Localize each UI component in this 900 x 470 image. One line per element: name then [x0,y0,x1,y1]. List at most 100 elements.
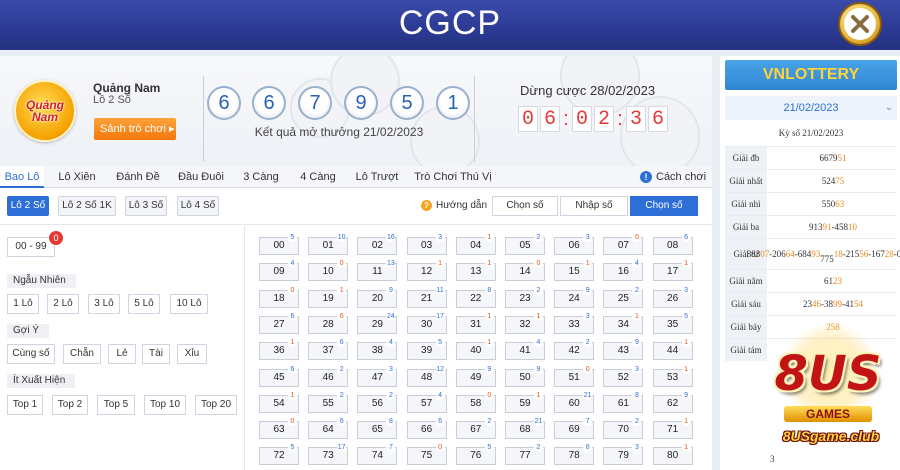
mode-chon-so[interactable]: Chọn số [492,196,558,216]
number-cell[interactable]: 34 1 [603,311,644,334]
rare-top-1-button[interactable]: Top 1 [7,395,43,415]
number-cell[interactable]: 44 1 [652,338,693,361]
number-cell[interactable]: 78 8 [554,443,595,466]
random-10-lo-button[interactable]: 10 Lô [170,294,208,314]
number-cell[interactable]: 30 17 [406,311,447,334]
number-cell[interactable]: 21 11 [406,285,447,308]
number-cell[interactable]: 75 0 [406,443,447,466]
number-cell[interactable]: 52 3 [603,364,644,387]
number-cell[interactable]: 48 12 [406,364,447,387]
number-cell[interactable]: 41 4 [505,338,545,361]
number-cell[interactable]: 45 6 [259,364,299,387]
number-cell[interactable]: 54 1 [259,390,299,413]
number-cell[interactable]: 40 1 [455,338,496,361]
number-cell[interactable]: 61 8 [603,390,644,413]
number-cell[interactable]: 71 1 [652,417,693,440]
random-1-lo-button[interactable]: 1 Lô [7,294,39,314]
suggest-chan-button[interactable]: Chẵn [63,344,101,364]
tab-bao-lo[interactable]: Bao Lô [0,166,44,188]
number-cell[interactable]: 14 0 [505,259,545,282]
number-cell[interactable]: 20 9 [357,285,398,308]
number-cell[interactable]: 56 2 [357,390,398,413]
number-cell[interactable]: 37 6 [308,338,349,361]
number-cell[interactable]: 36 1 [259,338,299,361]
number-cell[interactable]: 66 6 [406,417,447,440]
number-cell[interactable]: 67 2 [455,417,496,440]
number-cell[interactable]: 18 0 [259,285,299,308]
number-cell[interactable]: 25 2 [603,285,644,308]
rare-top-20-button[interactable]: Top 20 [195,395,237,415]
number-cell[interactable]: 50 9 [505,364,545,387]
number-cell[interactable]: 57 4 [406,390,447,413]
subtab-lo-2-so-1k[interactable]: Lô 2 Số 1K [58,196,116,216]
number-cell[interactable]: 51 0 [554,364,595,387]
number-cell[interactable]: 19 1 [308,285,349,308]
tab-danh-de[interactable]: Đánh Đề [110,166,166,188]
tab-lo-xien[interactable]: Lô Xiên [50,166,104,188]
number-cell[interactable]: 72 5 [259,443,299,466]
number-cell[interactable]: 12 1 [406,259,447,282]
number-cell[interactable]: 43 9 [603,338,644,361]
number-cell[interactable]: 31 1 [455,311,496,334]
number-cell[interactable]: 02 16 [357,233,398,255]
range-button[interactable]: 00 - 99 [7,237,55,257]
rare-top-5-button[interactable]: Top 5 [97,395,135,415]
number-cell[interactable]: 08 6 [652,233,693,255]
number-cell[interactable]: 46 2 [308,364,349,387]
number-cell[interactable]: 09 4 [259,259,299,282]
number-cell[interactable]: 24 9 [554,285,595,308]
mode-nhap-so[interactable]: Nhập số [560,196,628,216]
tab-tro-choi-thu-vi[interactable]: Trò Chơi Thú Vị [410,166,496,188]
tab-3-cang[interactable]: 3 Càng [236,166,286,188]
random-3-lo-button[interactable]: 3 Lô [88,294,120,314]
random-2-lo-button[interactable]: 2 Lô [47,294,79,314]
number-cell[interactable]: 60 21 [554,390,595,413]
number-cell[interactable]: 04 1 [455,233,496,255]
suggest-cung-so-button[interactable]: Cùng số [7,344,55,364]
number-cell[interactable]: 62 9 [652,390,693,413]
number-cell[interactable]: 01 10 [308,233,349,255]
number-cell[interactable]: 22 8 [455,285,496,308]
tab-lo-truot[interactable]: Lô Trượt [350,166,404,188]
number-cell[interactable]: 47 3 [357,364,398,387]
number-cell[interactable]: 76 5 [455,443,496,466]
number-cell[interactable]: 42 2 [554,338,595,361]
number-cell[interactable]: 11 13 [357,259,398,282]
number-cell[interactable]: 32 1 [505,311,545,334]
suggest-tai-button[interactable]: Tài [142,344,170,364]
subtab-lo-3-so[interactable]: Lô 3 Số [125,196,167,216]
number-cell[interactable]: 65 8 [357,417,398,440]
suggest-le-button[interactable]: Lẻ [108,344,136,364]
tab-4-cang[interactable]: 4 Càng [292,166,344,188]
number-cell[interactable]: 38 4 [357,338,398,361]
number-cell[interactable]: 28 6 [308,311,349,334]
number-cell[interactable]: 23 2 [505,285,545,308]
number-cell[interactable]: 26 3 [652,285,693,308]
number-cell[interactable]: 74 7 [357,443,398,466]
subtab-lo-2-so[interactable]: Lô 2 Số [7,196,49,216]
mode-chon-so-nhanh[interactable]: Chọn số nhanh [630,196,698,229]
number-cell[interactable]: 53 1 [652,364,693,387]
number-cell[interactable]: 07 0 [603,233,644,255]
number-cell[interactable]: 17 1 [652,259,693,282]
subtab-lo-4-so[interactable]: Lô 4 Số [177,196,219,216]
number-cell[interactable]: 73 17 [308,443,349,466]
tab-dau-duoi[interactable]: Đầu Đuôi [172,166,230,188]
number-cell[interactable]: 35 5 [652,311,693,334]
number-cell[interactable]: 27 6 [259,311,299,334]
close-button[interactable] [838,2,882,46]
number-cell[interactable]: 70 2 [603,417,644,440]
number-cell[interactable]: 03 3 [406,233,447,255]
rare-top-10-button[interactable]: Top 10 [144,395,186,415]
how-to-play-link[interactable]: ! Cách chơi [640,171,706,184]
number-cell[interactable]: 13 1 [455,259,496,282]
game-hall-button[interactable]: Sảnh trò chơi ▸ [94,118,176,140]
number-cell[interactable]: 58 0 [455,390,496,413]
number-cell[interactable]: 10 0 [308,259,349,282]
number-cell[interactable]: 68 21 [505,417,545,440]
number-cell[interactable]: 64 6 [308,417,349,440]
number-cell[interactable]: 15 1 [554,259,595,282]
number-cell[interactable]: 29 24 [357,311,398,334]
number-cell[interactable]: 06 3 [554,233,595,255]
number-cell[interactable]: 55 2 [308,390,349,413]
